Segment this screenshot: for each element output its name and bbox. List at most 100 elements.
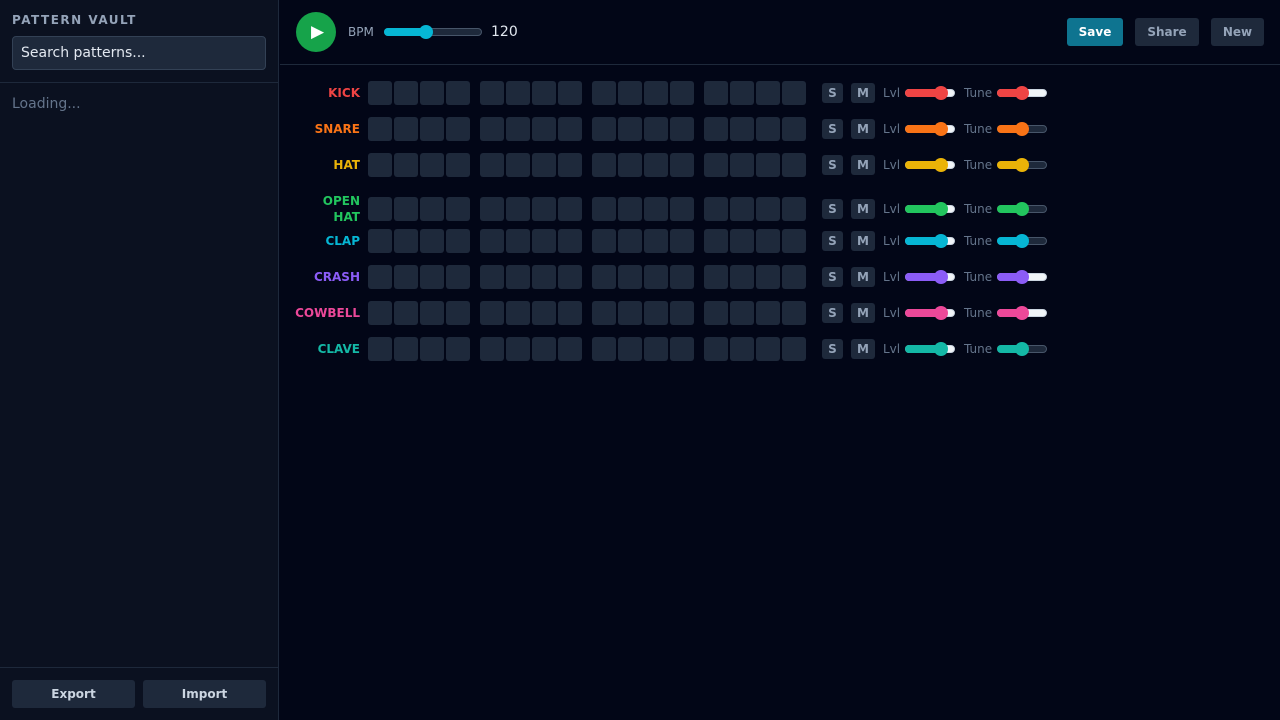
step-pad[interactable]: [394, 81, 418, 105]
step-pad[interactable]: [644, 153, 668, 177]
new-button[interactable]: New: [1211, 18, 1264, 46]
step-pad[interactable]: [558, 265, 582, 289]
step-pad[interactable]: [368, 197, 392, 221]
step-pad[interactable]: [480, 117, 504, 141]
level-slider-thumb[interactable]: [934, 158, 948, 172]
tune-slider[interactable]: [997, 121, 1047, 137]
step-pad[interactable]: [670, 337, 694, 361]
solo-button[interactable]: S: [822, 83, 843, 103]
step-pad[interactable]: [730, 265, 754, 289]
mute-button[interactable]: M: [851, 267, 875, 287]
step-pad[interactable]: [670, 301, 694, 325]
tune-slider[interactable]: [997, 201, 1047, 217]
mute-button[interactable]: M: [851, 303, 875, 323]
step-pad[interactable]: [782, 301, 806, 325]
step-pad[interactable]: [394, 301, 418, 325]
level-slider-thumb[interactable]: [934, 234, 948, 248]
step-pad[interactable]: [670, 117, 694, 141]
step-pad[interactable]: [480, 153, 504, 177]
step-pad[interactable]: [756, 229, 780, 253]
level-slider-thumb[interactable]: [934, 86, 948, 100]
step-pad[interactable]: [420, 197, 444, 221]
step-pad[interactable]: [368, 301, 392, 325]
play-button[interactable]: ▶: [296, 12, 336, 52]
search-patterns-input[interactable]: [12, 36, 266, 70]
step-pad[interactable]: [592, 153, 616, 177]
level-slider[interactable]: [905, 341, 955, 357]
step-pad[interactable]: [394, 337, 418, 361]
level-slider[interactable]: [905, 85, 955, 101]
step-pad[interactable]: [756, 117, 780, 141]
step-pad[interactable]: [506, 301, 530, 325]
level-slider-thumb[interactable]: [934, 270, 948, 284]
tune-slider[interactable]: [997, 269, 1047, 285]
tune-slider[interactable]: [997, 341, 1047, 357]
step-pad[interactable]: [394, 229, 418, 253]
step-pad[interactable]: [730, 197, 754, 221]
step-pad[interactable]: [420, 153, 444, 177]
step-pad[interactable]: [730, 301, 754, 325]
tune-slider[interactable]: [997, 305, 1047, 321]
step-pad[interactable]: [394, 265, 418, 289]
step-pad[interactable]: [420, 229, 444, 253]
step-pad[interactable]: [644, 265, 668, 289]
import-button[interactable]: Import: [143, 680, 266, 708]
step-pad[interactable]: [592, 301, 616, 325]
step-pad[interactable]: [420, 301, 444, 325]
tune-slider-thumb[interactable]: [1015, 306, 1029, 320]
step-pad[interactable]: [644, 81, 668, 105]
tune-slider-thumb[interactable]: [1015, 158, 1029, 172]
step-pad[interactable]: [420, 117, 444, 141]
step-pad[interactable]: [480, 229, 504, 253]
step-pad[interactable]: [730, 153, 754, 177]
step-pad[interactable]: [506, 81, 530, 105]
step-pad[interactable]: [446, 117, 470, 141]
step-pad[interactable]: [480, 337, 504, 361]
step-pad[interactable]: [756, 153, 780, 177]
solo-button[interactable]: S: [822, 199, 843, 219]
step-pad[interactable]: [644, 337, 668, 361]
tune-slider-thumb[interactable]: [1015, 122, 1029, 136]
level-slider-thumb[interactable]: [934, 122, 948, 136]
step-pad[interactable]: [644, 197, 668, 221]
step-pad[interactable]: [756, 81, 780, 105]
step-pad[interactable]: [532, 337, 556, 361]
step-pad[interactable]: [558, 197, 582, 221]
step-pad[interactable]: [420, 265, 444, 289]
step-pad[interactable]: [592, 117, 616, 141]
mute-button[interactable]: M: [851, 339, 875, 359]
bpm-slider[interactable]: [384, 24, 482, 40]
level-slider[interactable]: [905, 233, 955, 249]
step-pad[interactable]: [756, 301, 780, 325]
step-pad[interactable]: [756, 265, 780, 289]
step-pad[interactable]: [532, 265, 556, 289]
step-pad[interactable]: [704, 301, 728, 325]
step-pad[interactable]: [782, 229, 806, 253]
step-pad[interactable]: [506, 265, 530, 289]
step-pad[interactable]: [756, 337, 780, 361]
step-pad[interactable]: [446, 197, 470, 221]
step-pad[interactable]: [618, 301, 642, 325]
step-pad[interactable]: [420, 81, 444, 105]
tune-slider-thumb[interactable]: [1015, 86, 1029, 100]
step-pad[interactable]: [420, 337, 444, 361]
step-pad[interactable]: [558, 337, 582, 361]
step-pad[interactable]: [446, 265, 470, 289]
step-pad[interactable]: [368, 81, 392, 105]
mute-button[interactable]: M: [851, 119, 875, 139]
solo-button[interactable]: S: [822, 339, 843, 359]
step-pad[interactable]: [506, 197, 530, 221]
step-pad[interactable]: [618, 197, 642, 221]
step-pad[interactable]: [394, 197, 418, 221]
step-pad[interactable]: [756, 197, 780, 221]
step-pad[interactable]: [480, 301, 504, 325]
step-pad[interactable]: [592, 81, 616, 105]
step-pad[interactable]: [670, 229, 694, 253]
level-slider-thumb[interactable]: [934, 202, 948, 216]
step-pad[interactable]: [782, 153, 806, 177]
step-pad[interactable]: [506, 117, 530, 141]
export-button[interactable]: Export: [12, 680, 135, 708]
step-pad[interactable]: [394, 117, 418, 141]
step-pad[interactable]: [782, 81, 806, 105]
step-pad[interactable]: [506, 229, 530, 253]
